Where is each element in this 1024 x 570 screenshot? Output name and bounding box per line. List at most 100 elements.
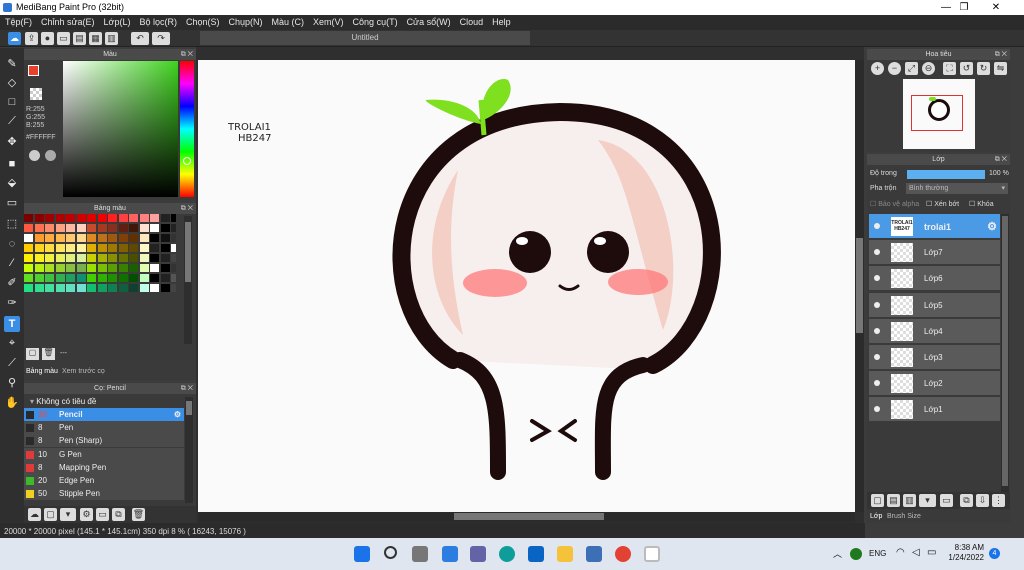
canvas-vertical-scrollbar[interactable] [855,60,864,512]
palette-swatch[interactable] [55,244,65,252]
palette-swatch[interactable] [97,224,107,232]
palette-swatch[interactable] [34,244,44,252]
flip-icon[interactable]: ⇋ [994,62,1007,75]
new-palette-icon[interactable]: ▢ [26,348,39,360]
panel-close-icon[interactable]: ⧉ ✕ [181,49,193,60]
hue-handle[interactable] [183,157,191,165]
color-palette-grid[interactable] [24,214,176,344]
palette-swatch[interactable] [76,214,86,222]
brush-item[interactable]: 8 Pen [24,421,184,435]
palette-swatch[interactable] [45,284,54,292]
palette-swatch[interactable] [87,274,96,282]
palette-swatch[interactable] [45,224,54,232]
copy-brush-icon[interactable]: ⧉ [112,508,125,521]
palette-swatch[interactable] [108,264,117,272]
palette-swatch[interactable] [45,264,54,272]
brush-item[interactable]: 8 Pen (Sharp) [24,434,184,448]
palette-swatch[interactable] [150,214,159,222]
comment-icon[interactable]: ● [41,32,54,45]
palette-swatch[interactable] [24,254,33,262]
palette-swatch[interactable] [97,234,107,242]
palette-swatch[interactable] [150,244,159,252]
grid-icon[interactable]: ▦ [89,32,102,45]
redo-icon[interactable]: ↷ [152,32,170,45]
palette-swatch[interactable] [87,264,96,272]
select-eraser-tool-icon[interactable]: ✑ [4,295,20,311]
maximize-button[interactable]: ❐ [949,1,979,14]
brush-close-icon[interactable]: ⧉ ✕ [181,383,193,394]
palette-close-icon[interactable]: ⧉ ✕ [181,203,193,214]
mail-icon[interactable] [528,546,544,562]
palette-swatch[interactable] [160,234,170,242]
palette-swatch[interactable] [139,254,149,262]
palette-swatch[interactable] [66,244,75,252]
duplicate-layer-icon[interactable]: ⧉ [960,494,973,507]
palette-swatch[interactable] [76,254,86,262]
blend-mode-select[interactable]: Bình thường ▾ [906,183,1008,194]
palette-swatch[interactable] [66,274,75,282]
file-explorer-icon[interactable] [557,546,573,562]
battery-icon[interactable]: ▭ [927,547,936,558]
menu-file[interactable]: Tệp(F) [0,15,36,27]
palette-swatch[interactable] [171,274,176,282]
palette-swatch[interactable] [160,284,170,292]
palette-swatch[interactable] [87,214,96,222]
palette-swatch[interactable] [76,264,86,272]
menu-color[interactable]: Màu (C) [267,15,309,27]
teams-icon[interactable] [470,546,486,562]
halftone-layer-icon[interactable]: ▤ [887,494,900,507]
fit-icon[interactable]: ⤢ [905,62,918,75]
palette-swatch[interactable] [129,244,138,252]
palette-swatch[interactable] [55,214,65,222]
brush-item[interactable]: 10 Pencil ⚙ [24,408,184,421]
palette-swatch[interactable] [118,264,128,272]
layer-row[interactable]: Lớp5 [869,292,1000,318]
panels-icon[interactable]: ▥ [105,32,118,45]
brush-settings-icon[interactable]: ⚙ [174,408,181,421]
color-wheel-icon[interactable] [29,150,40,161]
camera-icon[interactable] [586,546,602,562]
palette-swatch[interactable] [34,264,44,272]
menu-snap[interactable]: Chụp(N) [224,15,267,27]
palette-swatch[interactable] [139,264,149,272]
palette-swatch[interactable] [129,224,138,232]
palette-swatch[interactable] [97,274,107,282]
eraser-tool-icon[interactable]: ◇ [4,75,20,91]
palette-swatch[interactable] [171,284,176,292]
palette-swatch[interactable] [55,264,65,272]
layer-folder-icon[interactable]: ▭ [940,494,953,507]
palette-swatch[interactable] [129,234,138,242]
rotate-left-icon[interactable]: ↺ [960,62,973,75]
palette-swatch[interactable] [171,254,176,262]
palette-swatch[interactable] [45,254,54,262]
widgets-icon[interactable] [442,546,458,562]
palette-swatch[interactable] [34,234,44,242]
palette-swatch[interactable] [76,284,86,292]
palette-scrollbar[interactable] [184,216,192,344]
palette-swatch[interactable] [45,244,54,252]
bucket-tool-icon[interactable]: ⬙ [4,175,20,191]
layer-visibility-icon[interactable] [874,327,880,334]
palette-swatch[interactable] [129,254,138,262]
palette-swatch[interactable] [150,224,159,232]
palette-swatch[interactable] [97,284,107,292]
chrome-icon[interactable] [615,546,631,562]
palette-swatch[interactable] [97,214,107,222]
task-view-icon[interactable] [412,546,428,562]
language-indicator[interactable]: ENG [869,549,886,558]
opacity-slider[interactable] [907,170,985,179]
palette-swatch[interactable] [108,284,117,292]
palette-swatch[interactable] [66,254,75,262]
protect-alpha-checkbox[interactable]: ☐ Bảo vệ alpha [870,200,919,208]
palette-swatch[interactable] [66,234,75,242]
layer-row[interactable]: TROLAI1 HB247 trolai1 ⚙ [869,214,1000,239]
layer-more-icon[interactable]: ⋮ [992,494,1005,507]
edit-brush-icon[interactable]: ⚙ [80,508,93,521]
layer-row[interactable]: Lớp4 [869,318,1000,344]
menu-cloud[interactable]: Cloud [455,15,488,27]
layer-visibility-icon[interactable] [874,380,880,387]
tray-chevron-icon[interactable]: ︿ [833,547,842,560]
menu-layer[interactable]: Lớp(L) [99,15,135,27]
tab-brush-preview[interactable]: Xem trước cọ [62,368,105,375]
layer-visibility-icon[interactable] [874,301,880,308]
